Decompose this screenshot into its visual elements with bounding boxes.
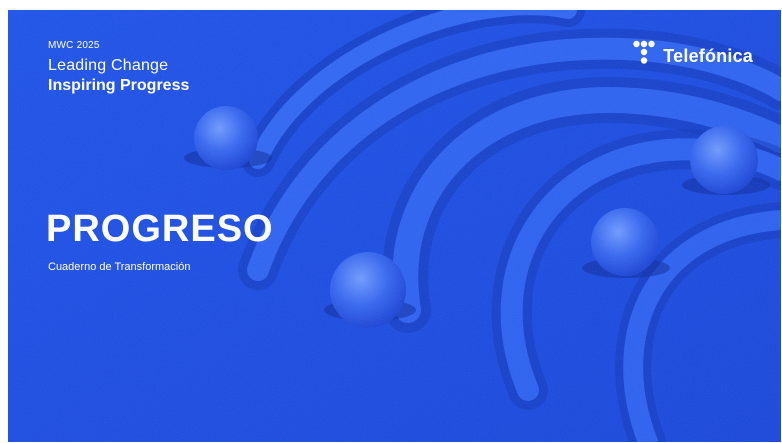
tagline-line-1: Leading Change — [48, 57, 169, 74]
telefonica-t-icon — [633, 40, 655, 64]
event-label: MWC 2025 — [48, 40, 100, 51]
brand-name: Telefónica — [663, 45, 753, 66]
tagline-line-2: Inspiring Progress — [48, 77, 190, 94]
cover-title: PROGRESO — [46, 208, 274, 250]
brand-logo: Telefónica — [633, 40, 753, 72]
cover-slide: MWC 2025 Leading Change Inspiring Progre… — [8, 10, 781, 442]
cover-subtitle: Cuaderno de Transformación — [48, 261, 191, 273]
